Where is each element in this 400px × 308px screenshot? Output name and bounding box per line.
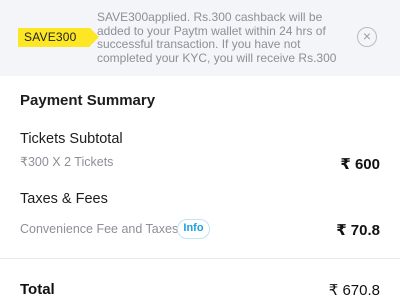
taxes-fees-label: Taxes & Fees — [20, 191, 108, 207]
tickets-subtotal-amount: ₹ 600 — [340, 156, 380, 173]
promo-code-tag: SAVE300 — [18, 28, 99, 47]
divider — [0, 258, 400, 259]
tickets-subtotal-label: Tickets Subtotal — [20, 131, 123, 147]
promo-message: SAVE300applied. Rs.300 cashback will be … — [97, 11, 337, 65]
close-icon[interactable]: × — [357, 27, 377, 47]
total-amount: ₹ 670.8 — [328, 282, 380, 299]
taxes-fees-amount: ₹ 70.8 — [336, 222, 380, 239]
convenience-fee-label: Convenience Fee and Taxes — [20, 222, 179, 236]
tickets-detail: ₹300 X 2 Tickets — [20, 155, 114, 169]
promo-banner: SAVE300 SAVE300applied. Rs.300 cashback … — [0, 0, 400, 76]
payment-summary-title: Payment Summary — [20, 92, 156, 109]
total-label: Total — [20, 281, 55, 298]
info-button[interactable]: Info — [177, 219, 210, 239]
